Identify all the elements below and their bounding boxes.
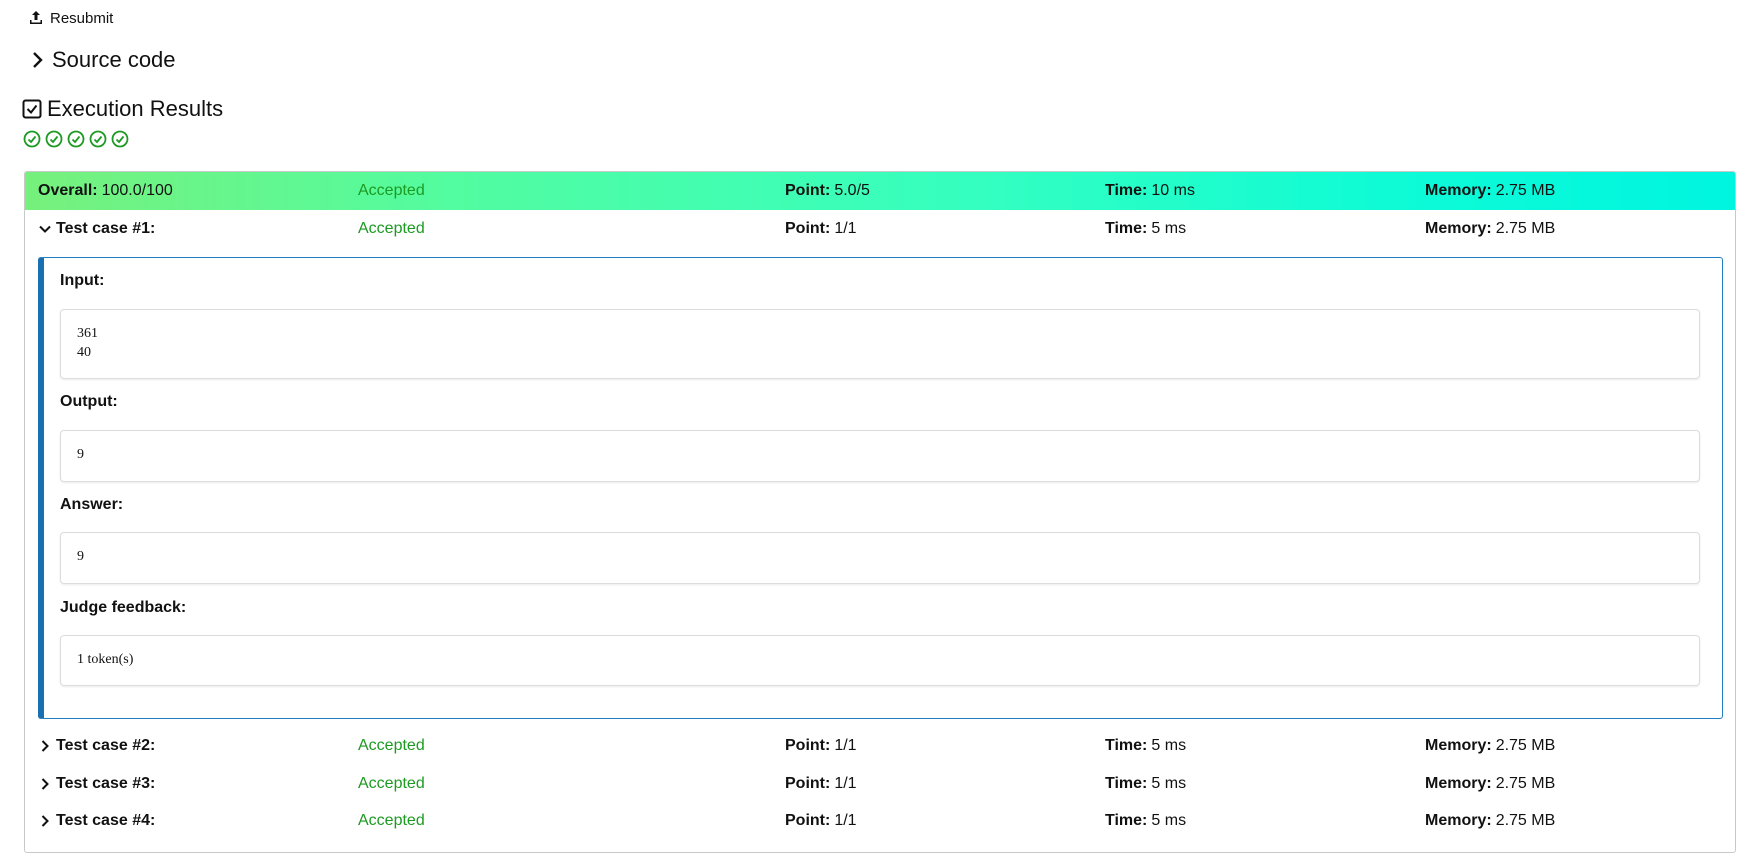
test-case-point: Point: 1/1 xyxy=(785,220,857,237)
test-case-memory: Memory: 2.75 MB xyxy=(1425,220,1556,237)
overall-row: Overall: 100.0/100 Accepted Point: 5.0/5 T… xyxy=(25,172,1735,210)
chevron-right-icon xyxy=(41,815,49,827)
test-case-time: Time: 5 ms xyxy=(1105,775,1187,792)
input-label: Input: xyxy=(60,272,105,289)
test-case-status: Accepted xyxy=(358,812,425,829)
chevron-right-icon xyxy=(41,778,49,790)
check-circle-icon xyxy=(67,130,85,148)
chevron-right-icon xyxy=(41,740,49,752)
overall-status: Accepted xyxy=(358,182,425,199)
test-case-time: Time: 5 ms xyxy=(1105,737,1187,754)
check-circle-icon xyxy=(89,130,107,148)
test-case-time: Time: 5 ms xyxy=(1105,220,1187,237)
check-circle-icon xyxy=(23,130,41,148)
chevron-right-icon xyxy=(33,52,43,68)
execution-results-title: Execution Results xyxy=(47,96,224,121)
output-label: Output: xyxy=(60,393,118,410)
execution-results-heading: Execution Results xyxy=(22,96,223,122)
check-circle-icon xyxy=(111,130,129,148)
test-case-row-3[interactable]: Test case #3: Accepted Point: 1/1 Time: 5 … xyxy=(25,765,1735,803)
test-case-row-1[interactable]: Test case #1: Accepted Point: 1/1 Time: 5 … xyxy=(25,210,1735,248)
test-case-row-2[interactable]: Test case #2: Accepted Point: 1/1 Time: 5 … xyxy=(25,727,1735,765)
overall-point: Point: 5.0/5 xyxy=(785,182,870,199)
test-case-point: Point: 1/1 xyxy=(785,775,857,792)
test-case-status: Accepted xyxy=(358,775,425,792)
test-case-status: Accepted xyxy=(358,220,425,237)
overall-time: Time: 10 ms xyxy=(1105,182,1195,199)
source-code-label: Source code xyxy=(52,47,176,72)
judge-feedback-label: Judge feedback: xyxy=(60,599,187,616)
test-case-memory: Memory: 2.75 MB xyxy=(1425,737,1556,754)
output-box: 9 xyxy=(60,430,1700,482)
test-case-point: Point: 1/1 xyxy=(785,812,857,829)
upload-icon xyxy=(30,11,42,24)
test-case-status: Accepted xyxy=(358,737,425,754)
source-code-toggle[interactable]: Source code xyxy=(30,47,176,73)
input-box: 361 40 xyxy=(60,309,1700,379)
overall-score: Overall: 100.0/100 xyxy=(38,182,173,199)
test-case-row-4[interactable]: Test case #4: Accepted Point: 1/1 Time: 5 … xyxy=(25,802,1735,840)
test-case-time: Time: 5 ms xyxy=(1105,812,1187,829)
judge-feedback-box: 1 token(s) xyxy=(60,635,1700,686)
chevron-down-icon xyxy=(39,225,51,233)
checkbox-checked-icon xyxy=(22,99,42,119)
answer-label: Answer: xyxy=(60,496,124,513)
resubmit-label: Resubmit xyxy=(50,9,114,27)
test-case-memory: Memory: 2.75 MB xyxy=(1425,812,1556,829)
test-case-memory: Memory: 2.75 MB xyxy=(1425,775,1556,792)
overall-memory: Memory: 2.75 MB xyxy=(1425,182,1556,199)
test-case-name: Test case #3: xyxy=(56,775,156,792)
test-case-name: Test case #1: xyxy=(56,220,156,237)
test-case-name: Test case #4: xyxy=(56,812,156,829)
test-case-name: Test case #2: xyxy=(56,737,156,754)
test-case-detail: Input: 361 40 Output: 9 Answer: 9 Judge … xyxy=(38,257,1723,719)
answer-box: 9 xyxy=(60,532,1700,584)
check-circle-icon xyxy=(45,130,63,148)
test-status-icons xyxy=(23,130,129,148)
results-panel: Overall: 100.0/100 Accepted Point: 5.0/5 T… xyxy=(24,171,1736,853)
resubmit-button[interactable]: Resubmit xyxy=(28,8,113,28)
test-case-point: Point: 1/1 xyxy=(785,737,857,754)
